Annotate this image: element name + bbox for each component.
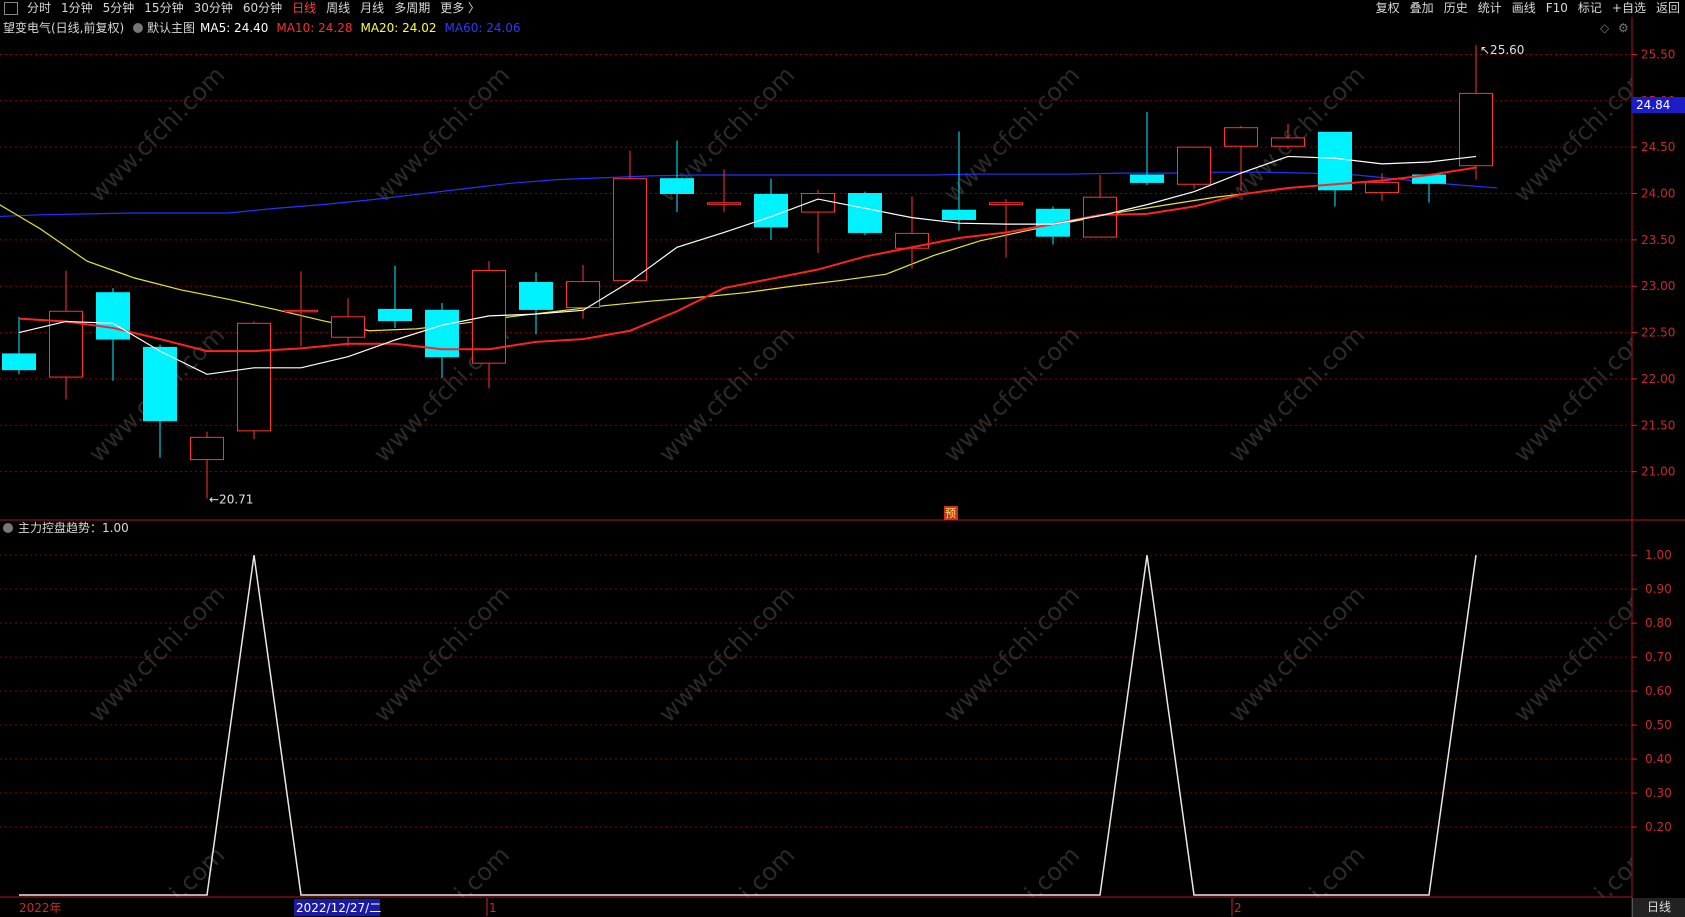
indicator-legend: 主力控盘趋势：1.00	[18, 520, 129, 535]
price-tick-label: 22.50	[1641, 326, 1675, 340]
date-year-label: 2022年	[19, 901, 62, 915]
indicator-tick-label: 0.20	[1645, 820, 1672, 834]
indicator-tick-label: 0.50	[1645, 718, 1672, 732]
indicator-tick-label: 0.60	[1645, 684, 1672, 698]
ma-legend: MA5: 24.40 MA10: 24.28 MA20: 24.02 MA60: 24…	[200, 21, 521, 35]
candle-body	[989, 202, 1023, 206]
candle-body	[613, 178, 647, 282]
stock-title: 望变电气(日线,前复权)	[3, 20, 124, 35]
candle-body	[848, 193, 882, 233]
price-tick-label: 21.50	[1641, 418, 1675, 432]
ma-legend-item: MA20: 24.02	[360, 21, 436, 35]
candle-body	[331, 316, 365, 338]
price-tick-label: 23.00	[1641, 279, 1675, 293]
candle-body	[143, 346, 177, 422]
candle-body	[660, 178, 694, 195]
forecast-tag: 预	[945, 507, 956, 520]
indicator-tick-label: 1.00	[1645, 548, 1672, 562]
price-tick-label: 24.50	[1641, 140, 1675, 154]
low-label: ←20.71	[209, 493, 253, 507]
ma-legend-item: MA60: 24.06	[445, 21, 521, 35]
candle-body	[754, 193, 788, 228]
template-name[interactable]: 默认主图	[147, 20, 195, 35]
ma-legend-item: MA10: 24.28	[276, 21, 352, 35]
candle-body	[96, 292, 130, 340]
price-tick-label: 23.50	[1641, 233, 1675, 247]
candle-body	[1318, 131, 1352, 191]
candle-body	[1459, 92, 1493, 167]
period-selector[interactable]: 日线	[1632, 898, 1685, 917]
candle-body	[519, 282, 553, 310]
price-tick-label: 25.50	[1641, 47, 1675, 61]
candle-body	[284, 309, 318, 313]
watermark	[0, 17, 1632, 897]
indicator-tick-label: 0.90	[1645, 582, 1672, 596]
month-label: 1	[489, 901, 497, 915]
candle-body	[2, 353, 36, 371]
price-tag: 24.84	[1636, 98, 1670, 112]
high-label: ↖25.60	[1480, 43, 1524, 57]
candle-body	[942, 209, 976, 220]
indicator-tick-label: 0.70	[1645, 650, 1672, 664]
candle-body	[1177, 146, 1211, 185]
candle	[237, 321, 271, 440]
candle-body	[190, 436, 224, 461]
chevron-down-icon[interactable]	[3, 523, 13, 533]
kline-chart: www.cfchi.com 21.0021.5022.0022.5023.002…	[0, 17, 1685, 917]
date-highlight: 2022/12/27/二	[296, 901, 381, 915]
candle-body	[1271, 137, 1305, 147]
price-tick-label: 22.00	[1641, 372, 1675, 386]
chevron-down-icon[interactable]	[133, 23, 143, 33]
indicator-tick-label: 0.80	[1645, 616, 1672, 630]
candle-body	[237, 322, 271, 432]
candle-body	[1365, 181, 1399, 194]
candle	[848, 191, 882, 236]
candle-body	[1224, 127, 1258, 147]
price-tick-label: 24.00	[1641, 187, 1675, 201]
candle	[1177, 146, 1211, 189]
ma-legend-item: MA5: 24.40	[200, 21, 268, 35]
candle-body	[378, 308, 412, 322]
month-label: 2	[1234, 901, 1242, 915]
price-tick-label: 21.00	[1641, 465, 1675, 479]
candle-body	[1130, 174, 1164, 183]
candle-body	[707, 202, 741, 205]
indicator-tick-label: 0.30	[1645, 786, 1672, 800]
gear-icon[interactable]: ⚙	[1618, 21, 1629, 35]
indicator-axis: 0.20 0.30 0.40 0.50 0.60 0.70 0.80 0.90 1.00	[1632, 548, 1672, 834]
indicator-tick-label: 0.40	[1645, 752, 1672, 766]
diamond-icon[interactable]: ◇	[1600, 21, 1610, 35]
